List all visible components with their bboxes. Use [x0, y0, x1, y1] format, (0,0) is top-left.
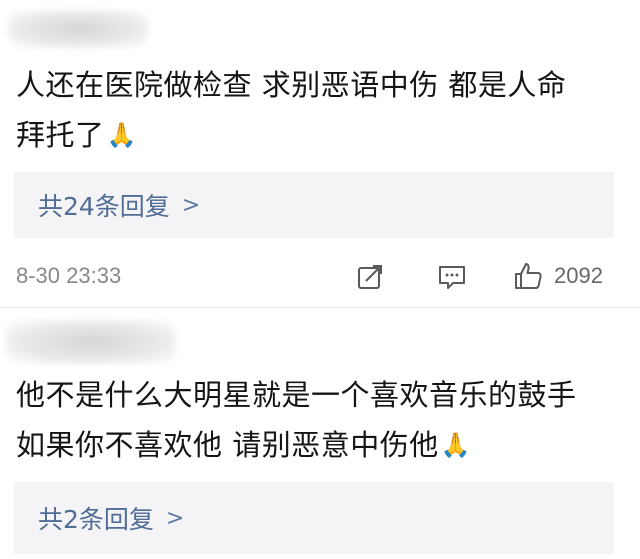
chevron-right-icon: >: [181, 192, 201, 218]
pray-emoji: 🙏: [106, 121, 137, 149]
like-count: 2092: [554, 263, 603, 288]
comment-line-2: 拜托了🙏: [16, 110, 622, 160]
view-replies-button[interactable]: 共2条回复 >: [14, 482, 614, 554]
comment-divider: [0, 307, 640, 308]
comment-meta-row: 8-30 23:33 2092: [0, 248, 640, 304]
forward-icon[interactable]: [356, 262, 386, 292]
comment-icon[interactable]: [437, 262, 467, 292]
comment-line-2: 如果你不喜欢他 请别恶意中伤他🙏: [16, 420, 622, 470]
username-blurred: [8, 10, 148, 48]
reply-count-label: 共24条回复: [38, 192, 170, 221]
comment-line-2-text: 如果你不喜欢他 请别恶意中伤他: [16, 428, 439, 462]
comment-line-1: 他不是什么大明星就是一个喜欢音乐的鼓手: [16, 378, 577, 412]
like-button[interactable]: 2092: [512, 260, 603, 292]
comment-line-2-text: 拜托了: [16, 118, 105, 152]
comment-text: 他不是什么大明星就是一个喜欢音乐的鼓手 如果你不喜欢他 请别恶意中伤他🙏: [16, 370, 622, 470]
like-icon: [515, 263, 542, 289]
pray-emoji: 🙏: [440, 431, 472, 459]
comment-text: 人还在医院做检查 求别恶语中伤 都是人命 拜托了🙏: [16, 60, 622, 160]
timestamp: 8-30 23:33: [16, 263, 122, 288]
view-replies-button[interactable]: 共24条回复 >: [14, 172, 614, 238]
comment-line-1: 人还在医院做检查 求别恶语中伤 都是人命: [16, 68, 567, 102]
username-blurred: [6, 320, 176, 364]
chevron-right-icon: >: [165, 505, 185, 531]
reply-count-label: 共2条回复: [38, 505, 154, 534]
